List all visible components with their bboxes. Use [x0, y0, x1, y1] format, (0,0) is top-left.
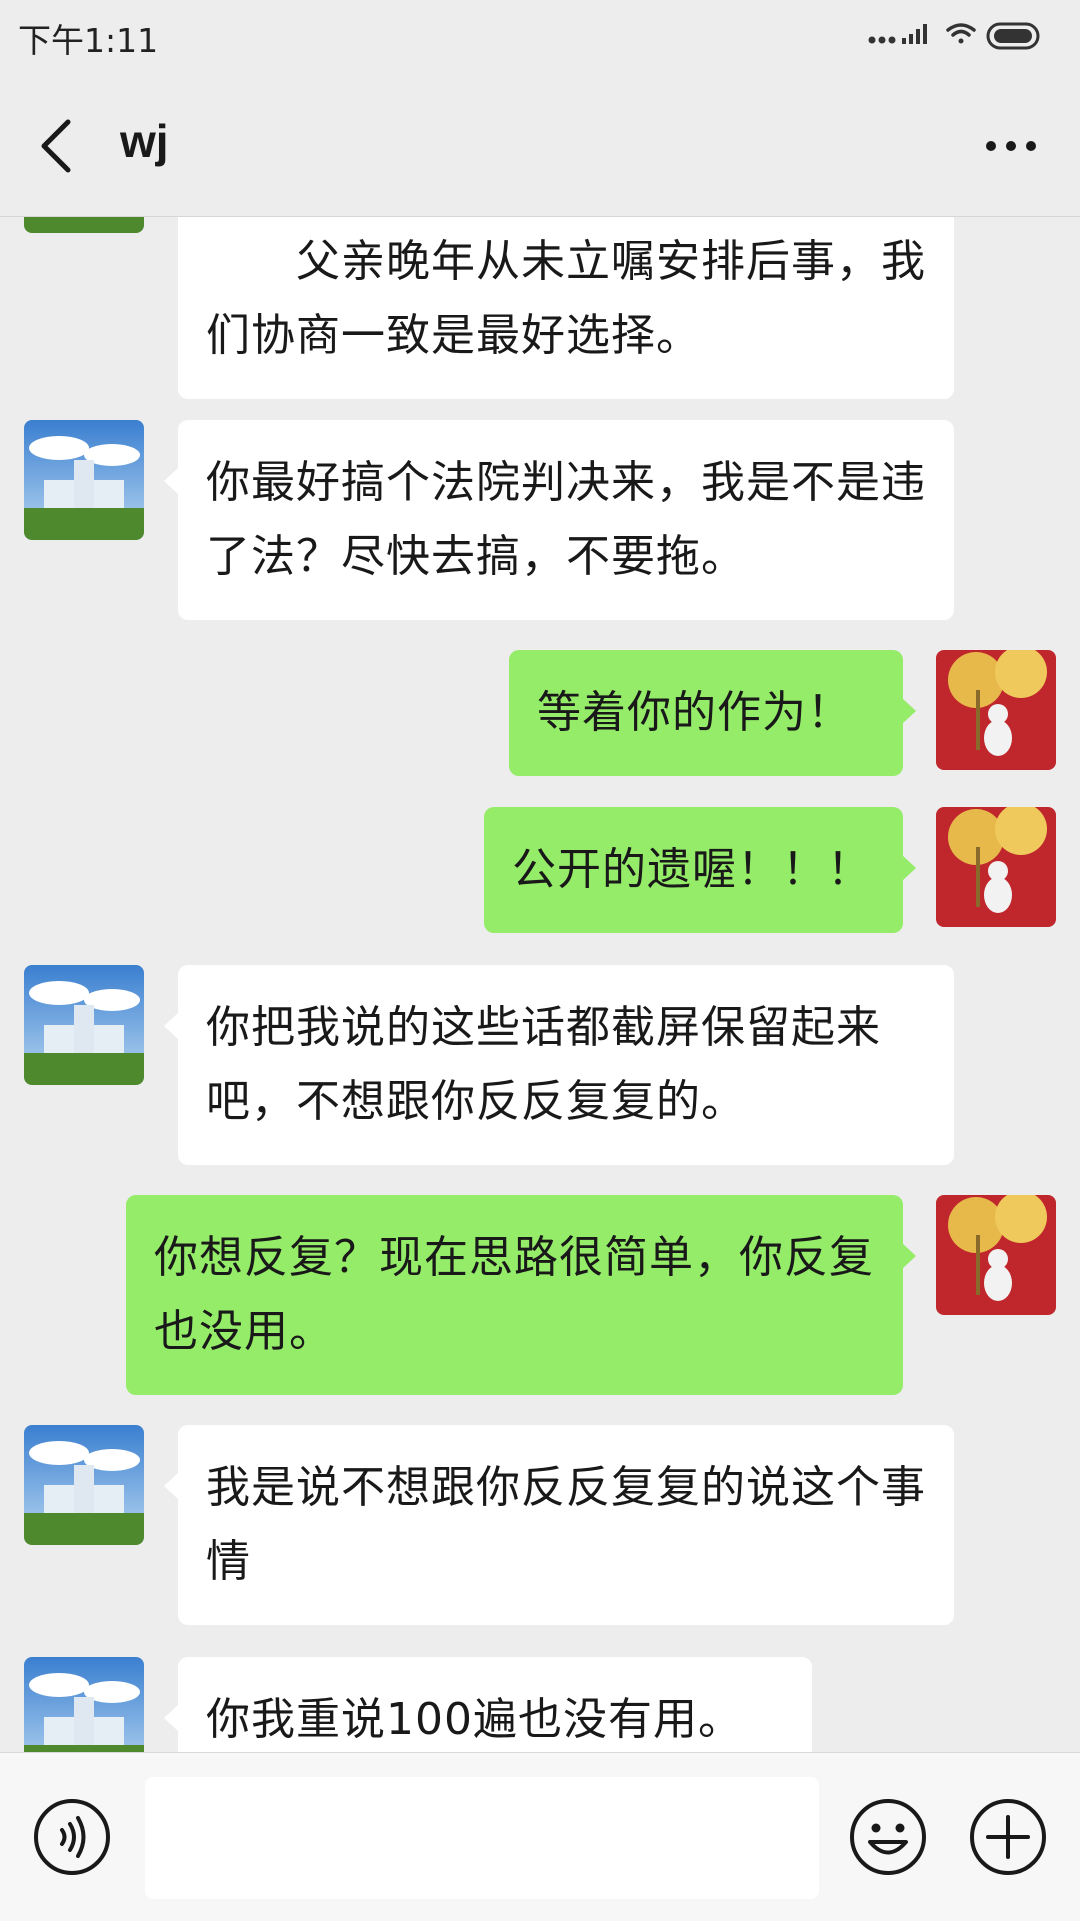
chat-title: wj — [120, 115, 169, 167]
message-bubble-incoming[interactable]: 你把我说的这些话都截屏保留起来吧，不想跟你反反复复的。 — [178, 965, 954, 1165]
avatar-self[interactable] — [936, 807, 1056, 927]
message-input[interactable] — [145, 1777, 819, 1899]
wifi-icon — [946, 23, 976, 44]
more-dots-small-icon — [868, 36, 896, 44]
status-time: 下午1:11 — [18, 21, 159, 60]
avatar-self[interactable] — [936, 1195, 1056, 1315]
avatar-self[interactable] — [936, 650, 1056, 770]
input-bar — [0, 1752, 1080, 1921]
battery-icon — [986, 22, 1040, 50]
message-list[interactable]: 父亲晚年从未立嘱安排后事，我们协商一致是最好选择。 你最好搞个法院判决来，我是不… — [0, 217, 1080, 1752]
status-icons — [868, 22, 1040, 50]
message-bubble-incoming[interactable]: 我是说不想跟你反反复复的说这个事情 — [178, 1425, 954, 1625]
avatar-contact[interactable] — [24, 965, 144, 1085]
emoji-icon[interactable] — [848, 1797, 928, 1877]
avatar-contact[interactable] — [24, 1657, 144, 1752]
chat-header: wj — [0, 76, 1080, 217]
message-bubble-outgoing[interactable]: 你想反复？现在思路很简单，你反复也没用。 — [126, 1195, 903, 1395]
more-dots-icon[interactable] — [976, 116, 1046, 176]
status-bar: 下午1:11 — [0, 0, 1080, 76]
avatar-contact[interactable] — [24, 217, 144, 233]
plus-icon[interactable] — [968, 1797, 1048, 1877]
message-bubble-outgoing[interactable]: 等着你的作为！ — [509, 650, 903, 776]
back-arrow-icon[interactable] — [30, 114, 90, 178]
message-bubble-incoming[interactable]: 你最好搞个法院判决来，我是不是违了法？尽快去搞，不要拖。 — [178, 420, 954, 620]
voice-icon[interactable] — [32, 1797, 112, 1877]
avatar-contact[interactable] — [24, 420, 144, 540]
signal-icon — [902, 24, 927, 44]
avatar-contact[interactable] — [24, 1425, 144, 1545]
message-bubble-incoming[interactable]: 父亲晚年从未立嘱安排后事，我们协商一致是最好选择。 — [178, 217, 954, 399]
message-bubble-incoming[interactable]: 你我重说100遍也没有用。 — [178, 1657, 812, 1752]
message-bubble-outgoing[interactable]: 公开的遗喔！！！ — [484, 807, 903, 933]
